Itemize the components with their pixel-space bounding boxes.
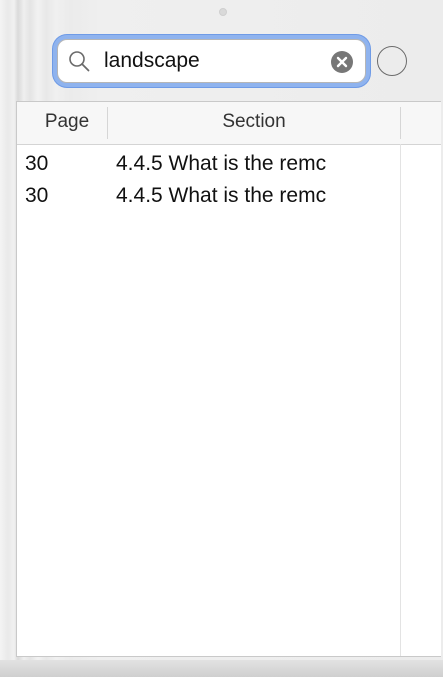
search-results-table: Page Section 30 4.4.5 What is the remc 3… xyxy=(16,101,441,657)
table-row[interactable]: 30 4.4.5 What is the remc xyxy=(17,149,400,179)
page-cell: 30 xyxy=(25,184,49,207)
column-header-page[interactable]: Page xyxy=(27,111,107,133)
search-input[interactable] xyxy=(104,46,314,76)
section-cell: 4.4.5 What is the remc xyxy=(116,152,327,175)
progress-indicator-circle xyxy=(377,46,407,76)
close-icon xyxy=(336,56,348,68)
column-header-section[interactable]: Section xyxy=(107,111,401,133)
resize-handle-dot[interactable] xyxy=(219,8,227,16)
window-bottom-edge xyxy=(0,660,443,677)
table-row[interactable]: 30 4.4.5 What is the remc xyxy=(17,181,400,211)
column-divider[interactable] xyxy=(400,107,401,139)
page-cell: 30 xyxy=(25,152,49,175)
search-field[interactable] xyxy=(57,39,366,83)
search-sidebar-panel: Page Section 30 4.4.5 What is the remc 3… xyxy=(0,0,443,677)
column-divider-body xyxy=(400,144,401,656)
section-cell: 4.4.5 What is the remc xyxy=(116,184,327,207)
table-header: Page Section xyxy=(17,102,441,145)
search-icon xyxy=(68,50,90,72)
clear-search-button[interactable] xyxy=(331,51,353,73)
